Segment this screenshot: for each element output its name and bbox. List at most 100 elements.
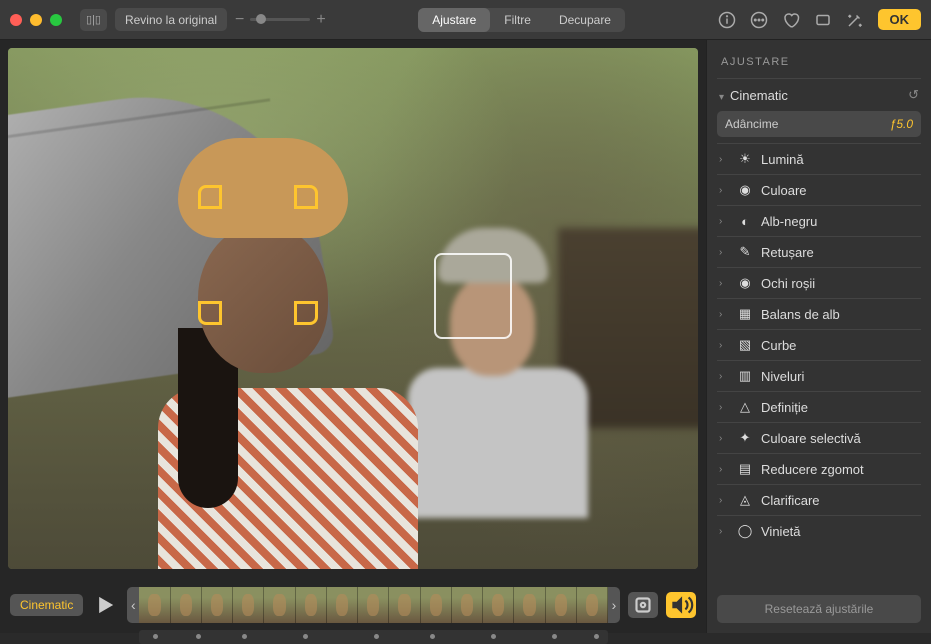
titlebar: ▯|▯ Revino la original − + Ajustare Filt… (0, 0, 931, 40)
timeline-frame[interactable] (171, 587, 202, 623)
depth-control[interactable]: Adâncime ƒ5.0 (717, 111, 921, 137)
video-canvas[interactable] (8, 48, 698, 569)
cinematic-mode-button[interactable]: Cinematic (10, 594, 83, 616)
adjustment-label: Niveluri (761, 369, 804, 384)
timeline-frame[interactable] (421, 587, 452, 623)
chevron-right-icon: › (719, 526, 729, 537)
timeline-frame[interactable] (327, 587, 358, 623)
adjustment-light[interactable]: ›☀Lumină (717, 143, 921, 174)
timeline-frame[interactable] (546, 587, 577, 623)
chevron-right-icon: › (719, 495, 729, 506)
play-button[interactable] (91, 591, 119, 619)
adjustment-curves[interactable]: ›▧Curbe (717, 329, 921, 360)
adjustment-bw[interactable]: › ◐ Alb-negru (717, 205, 921, 236)
adjustment-definition[interactable]: ›△Definiție (717, 391, 921, 422)
reset-adjustments-button[interactable]: Resetează ajustările (717, 595, 921, 623)
reset-section-icon[interactable]: ↺ (908, 87, 919, 103)
clip-trim-end-handle[interactable]: › (608, 587, 620, 623)
window-controls (10, 14, 62, 26)
depth-keyframe-track[interactable] (139, 630, 608, 644)
timeline-frame[interactable] (264, 587, 295, 623)
focus-lock-button[interactable] (628, 592, 658, 618)
retouch-icon: ✎ (737, 244, 753, 260)
light-icon: ☀ (737, 151, 753, 167)
sharpen-icon: ◬ (737, 492, 753, 508)
tab-adjust[interactable]: Ajustare (418, 8, 490, 32)
adjustment-label: Balans de alb (761, 307, 840, 322)
chevron-right-icon: › (719, 340, 729, 351)
revert-to-original-button[interactable]: Revino la original (115, 8, 227, 31)
tab-filters[interactable]: Filtre (490, 8, 545, 32)
timeline-frame[interactable] (296, 587, 327, 623)
depth-value: ƒ5.0 (890, 117, 913, 131)
aspect-icon[interactable] (814, 11, 832, 29)
adjustment-label: Vinietă (761, 524, 801, 539)
adjustment-label: Culoare selectivă (761, 431, 861, 446)
chevron-right-icon: › (719, 433, 729, 444)
tab-crop[interactable]: Decupare (545, 8, 625, 32)
adjustment-label: Reducere zgomot (761, 462, 864, 477)
canvas-area: Cinematic ‹ (0, 40, 706, 633)
levels-icon: ▥ (737, 368, 753, 384)
timeline-frame[interactable] (139, 587, 170, 623)
zoom-slider[interactable] (250, 18, 310, 21)
adjustment-label: Retușare (761, 245, 814, 260)
timeline-frame[interactable] (452, 587, 483, 623)
timeline-frame[interactable] (389, 587, 420, 623)
chevron-right-icon: › (719, 309, 729, 320)
vignette-icon: ◯ (737, 523, 753, 539)
timeline-area: Cinematic ‹ (0, 577, 706, 633)
noisereduction-icon: ▤ (737, 461, 753, 477)
adjustment-label: Alb-negru (761, 214, 817, 229)
adjustment-color[interactable]: ›◉Culoare (717, 174, 921, 205)
timeline-frame[interactable] (233, 587, 264, 623)
sidebar-title: AJUSTARE (717, 50, 921, 79)
edit-mode-tabs: Ajustare Filtre Decupare (418, 8, 625, 32)
adjustment-label: Curbe (761, 338, 796, 353)
adjustment-noisereduction[interactable]: ›▤Reducere zgomot (717, 453, 921, 484)
chevron-down-icon: ▾ (719, 92, 724, 103)
zoom-in-icon[interactable]: + (316, 11, 325, 29)
adjustment-levels[interactable]: ›▥Niveluri (717, 360, 921, 391)
video-frame-content (8, 48, 698, 569)
close-window-button[interactable] (10, 14, 22, 26)
chevron-right-icon: › (719, 247, 729, 258)
chevron-right-icon: › (719, 278, 729, 289)
zoom-out-icon[interactable]: − (235, 11, 244, 29)
timeline-frame[interactable] (202, 587, 233, 623)
adjustment-sharpen[interactable]: › ◬ Clarificare (717, 484, 921, 515)
adjustment-label: Clarificare (761, 493, 820, 508)
audio-toggle-button[interactable] (666, 592, 696, 618)
fullscreen-window-button[interactable] (50, 14, 62, 26)
redeye-icon: ◉ (737, 275, 753, 291)
adjustment-whitebalance[interactable]: ›▦Balans de alb (717, 298, 921, 329)
chevron-right-icon: › (719, 154, 729, 165)
bw-icon: ◐ (737, 213, 753, 229)
adjustment-list: ›☀Lumină›◉Culoare›◐Alb-negru›✎Retușare›◉… (717, 143, 921, 546)
minimize-window-button[interactable] (30, 14, 42, 26)
definition-icon: △ (737, 399, 753, 415)
zoom-control: − + (235, 11, 326, 29)
timeline-frame[interactable] (577, 587, 608, 623)
split-view-icon: ▯|▯ (86, 13, 101, 26)
timeline-frame[interactable] (358, 587, 389, 623)
compare-view-toggle[interactable]: ▯|▯ (80, 9, 107, 31)
adjustment-vignette[interactable]: › ◯ Vinietă (717, 515, 921, 546)
adjustment-selectivecolor[interactable]: ›✦Culoare selectivă (717, 422, 921, 453)
info-icon[interactable] (718, 11, 736, 29)
autoenhance-icon[interactable] (846, 11, 864, 29)
more-icon[interactable] (750, 11, 768, 29)
done-button[interactable]: OK (878, 9, 922, 30)
chevron-right-icon: › (719, 185, 729, 196)
clip-trim-start-handle[interactable]: ‹ (127, 587, 139, 623)
adjustment-retouch[interactable]: › ✎ Retușare (717, 236, 921, 267)
depth-label: Adâncime (725, 117, 778, 131)
chevron-right-icon: › (719, 216, 729, 227)
timeline-frame[interactable] (483, 587, 514, 623)
adjustments-sidebar: AJUSTARE ▾Cinematic ↺ Adâncime ƒ5.0 ›☀Lu… (706, 40, 931, 633)
adjustment-redeye[interactable]: ›◉Ochi roșii (717, 267, 921, 298)
timeline-frame[interactable] (514, 587, 545, 623)
favorite-icon[interactable] (782, 11, 800, 29)
filmstrip[interactable]: ‹ (127, 587, 620, 623)
cinematic-section-header[interactable]: ▾Cinematic ↺ (717, 79, 921, 111)
